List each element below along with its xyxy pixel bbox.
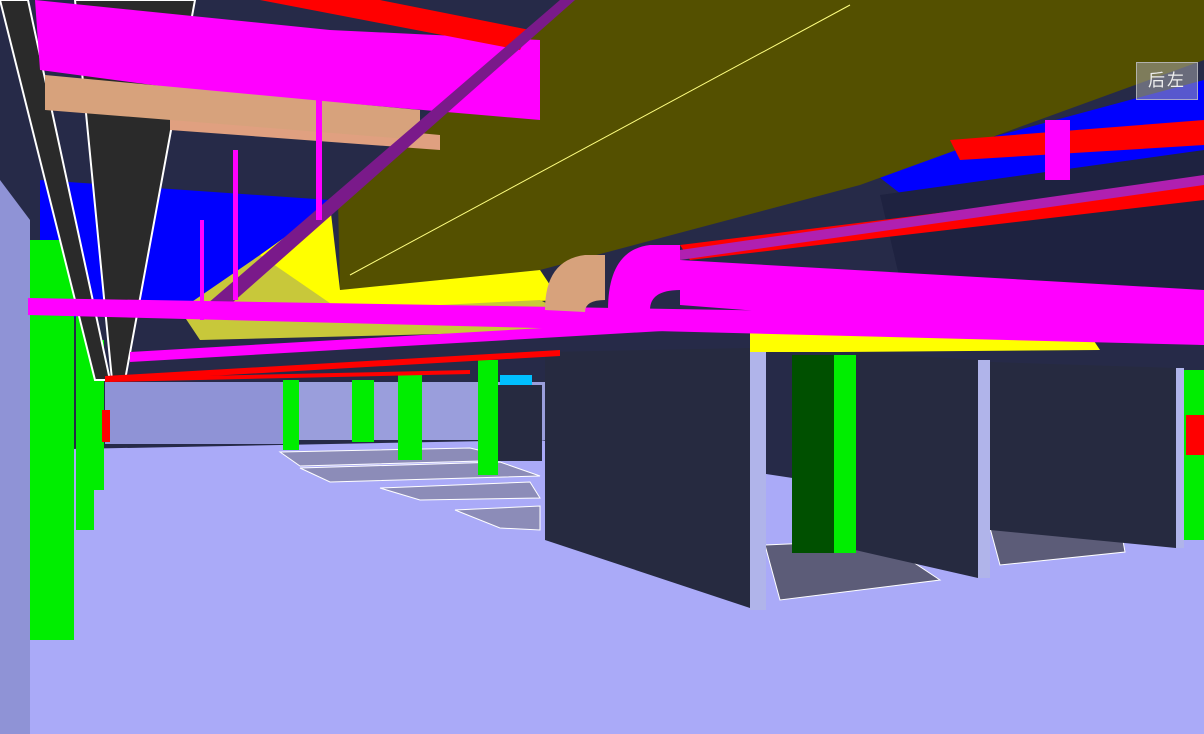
wall-panel-3-edge	[1176, 368, 1184, 548]
red-panel-right	[1186, 415, 1204, 455]
column-mid-1	[283, 380, 299, 450]
column-right-green	[834, 355, 856, 553]
back-wall	[105, 382, 285, 444]
left-wall	[0, 180, 30, 734]
magenta-pipe-vertical-2	[233, 150, 238, 300]
red-panel-left	[102, 410, 110, 442]
column-right-dark	[792, 355, 834, 553]
view-cube-label: 后左	[1148, 70, 1186, 91]
wall-panel-3	[990, 362, 1176, 548]
column-mid-3	[398, 372, 422, 460]
3d-model-viewport[interactable]: 后左	[0, 0, 1204, 734]
column-mid-4	[478, 360, 498, 475]
bim-model-scene[interactable]	[0, 0, 1204, 734]
view-cube-icon[interactable]: 后左	[1136, 62, 1198, 100]
magenta-pipe-vertical-1	[316, 40, 322, 220]
column-mid-2	[352, 380, 374, 442]
wall-panel-1-edge	[750, 348, 766, 610]
wall-panel-small	[498, 385, 542, 461]
magenta-pipe-vertical-right	[1045, 120, 1070, 180]
wall-panel-2	[855, 352, 978, 578]
wall-panel-2-edge	[978, 360, 990, 578]
magenta-pipe-vertical-3	[200, 220, 204, 320]
